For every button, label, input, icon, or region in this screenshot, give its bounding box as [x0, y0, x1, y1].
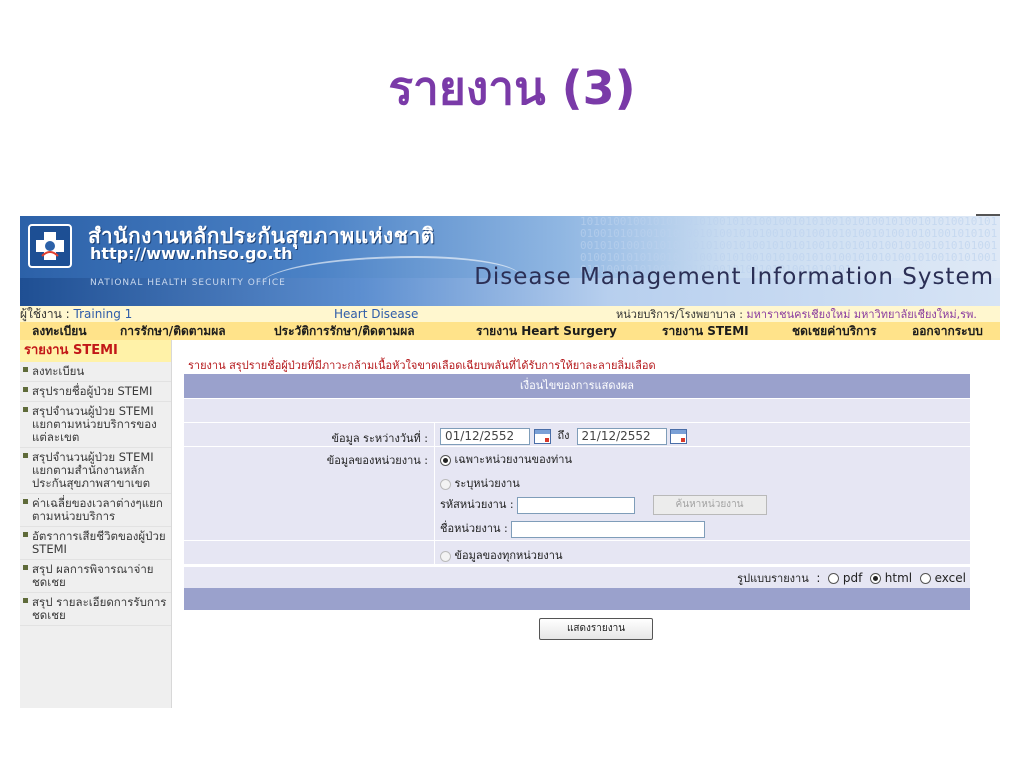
radio-all-units[interactable]	[440, 550, 451, 562]
nhso-logo[interactable]	[28, 224, 72, 268]
menu-item-stemi-report[interactable]: รายงาน STEMI	[662, 322, 749, 340]
radio-specify-unit[interactable]	[440, 478, 451, 490]
sidebar-item-label: สรุปจำนวนผู้ป่วย STEMI แยกตามหน่วยบริการ…	[32, 404, 157, 444]
radio-format-excel[interactable]	[919, 573, 931, 584]
report-format-selector: รูปแบบรายงาน : pdf html excel	[737, 571, 966, 585]
bullet-icon	[23, 532, 28, 537]
sidebar-item-avg-times[interactable]: ค่าเฉลี่ยของเวลาต่างๆแยกตามหน่วยบริการ	[20, 494, 171, 527]
menu-item-heart-surgery-report[interactable]: รายงาน Heart Surgery	[476, 322, 617, 340]
unit-name-input[interactable]	[511, 520, 706, 538]
search-unit-button[interactable]: ค้นหาหน่วยงาน	[652, 495, 767, 515]
binary-pattern: 1010100100101010010100101010010010101001…	[580, 216, 998, 276]
sidebar-item-label: ค่าเฉลี่ยของเวลาต่างๆแยกตามหน่วยบริการ	[32, 496, 163, 523]
user-value: Training 1	[73, 307, 133, 321]
sidebar-item-label: สรุปรายชื่อผู้ป่วย STEMI	[32, 384, 153, 398]
opt-all-units[interactable]: ข้อมูลของทุกหน่วยงาน	[440, 546, 563, 564]
column-divider	[434, 541, 435, 564]
sidebar-item-label: อัตราการเสียชีวิตของผู้ป่วย STEMI	[32, 529, 166, 556]
unit-code-label: รหัสหน่วยงาน :	[440, 498, 514, 511]
sidebar-item-mortality[interactable]: อัตราการเสียชีวิตของผู้ป่วย STEMI	[20, 527, 171, 560]
unit-value: มหาราชนครเชียงใหม่ มหาวิทยาลัยเชียงใหม่,…	[746, 308, 977, 321]
date-range-controls: 01/12/2552 ถึง 21/12/2552	[440, 426, 688, 445]
sidebar-item-label: ลงทะเบียน	[32, 364, 85, 378]
org-name-en: NATIONAL HEALTH SECURITY OFFICE	[90, 278, 286, 288]
unit-info: หน่วยบริการ/โรงพยาบาล : มหาราชนครเชียงให…	[616, 306, 977, 323]
unit-name-label: ชื่อหน่วยงาน :	[440, 522, 508, 535]
unit-label: หน่วยบริการ/โรงพยาบาล :	[616, 308, 747, 321]
logo-icon	[36, 232, 64, 260]
user-info: ผู้ใช้งาน : Training 1	[20, 306, 132, 322]
menu-item-register[interactable]: ลงทะเบียน	[32, 322, 87, 340]
sidebar-item-count-by-unit[interactable]: สรุปจำนวนผู้ป่วย STEMI แยกตามหน่วยบริการ…	[20, 402, 171, 448]
opt-specify-unit[interactable]: ระบุหน่วยงาน	[440, 474, 520, 492]
unit-code-row: รหัสหน่วยงาน : ค้นหาหน่วยงาน	[440, 495, 767, 515]
main-menu: ลงทะเบียน การรักษา/ติดตามผล ประวัติการรั…	[20, 322, 1000, 340]
calendar-icon[interactable]	[670, 428, 688, 444]
header-banner: 1010100100101010010100101010010010101001…	[20, 216, 1000, 306]
radio-format-pdf[interactable]	[828, 573, 840, 584]
bullet-icon	[23, 565, 28, 570]
menu-item-logout[interactable]: ออกจากระบบ	[912, 322, 983, 340]
sidebar-item-label: สรุป ผลการพิจารณาจ่ายชดเชย	[32, 562, 154, 589]
format-bar: รูปแบบรายงาน : pdf html excel	[184, 566, 970, 588]
report-title: รายงาน สรุปรายชื่อผู้ป่วยที่มีภาวะกล้ามเ…	[188, 359, 656, 372]
bullet-icon	[23, 387, 28, 392]
menu-item-treatment[interactable]: การรักษา/ติดตามผล	[120, 322, 226, 340]
date-range-label: ข้อมูล ระหว่างวันที่ :	[331, 432, 428, 445]
footer-band	[184, 588, 970, 610]
user-label: ผู้ใช้งาน :	[20, 307, 74, 321]
unit-code-input[interactable]	[517, 496, 636, 514]
opt-own-unit-label: เฉพาะหน่วยงานของท่าน	[454, 453, 573, 466]
opt-specify-unit-label: ระบุหน่วยงาน	[454, 477, 520, 490]
unit-data-label: ข้อมูลของหน่วยงาน :	[326, 454, 428, 467]
opt-own-unit[interactable]: เฉพาะหน่วยงานของท่าน	[440, 450, 572, 468]
opt-all-units-label: ข้อมูลของทุกหน่วยงาน	[454, 549, 563, 562]
unit-name-row: ชื่อหน่วยงาน :	[440, 519, 706, 538]
bullet-icon	[23, 598, 28, 603]
column-divider	[434, 423, 435, 446]
date-range-row: ข้อมูล ระหว่างวันที่ : 01/12/2552 ถึง 21…	[184, 422, 970, 446]
menu-item-history[interactable]: ประวัติการรักษา/ติดตามผล	[274, 322, 415, 340]
conditions-header: เงื่อนไขของการแสดงผล	[184, 374, 970, 398]
date-to-label: ถึง	[557, 429, 570, 442]
sidebar-item-compensation-detail[interactable]: สรุป รายละเอียดการรับการชดเชย	[20, 593, 171, 626]
info-bar: ผู้ใช้งาน : Training 1 Heart Disease หน่…	[20, 306, 1000, 322]
report-panel: รายงาน สรุปรายชื่อผู้ป่วยที่มีภาวะกล้ามเ…	[184, 340, 970, 708]
app-window: 1010100100101010010100101010010010101001…	[20, 216, 1000, 708]
sidebar-item-payment-result[interactable]: สรุป ผลการพิจารณาจ่ายชดเชย	[20, 560, 171, 593]
program-name: Heart Disease	[334, 307, 419, 321]
show-report-button[interactable]: แสดงรายงาน	[539, 618, 653, 640]
format-label: รูปแบบรายงาน	[737, 572, 809, 585]
date-from-input[interactable]: 01/12/2552	[440, 427, 530, 445]
sidebar-header: รายงาน STEMI	[20, 340, 171, 362]
sidebar-item-register[interactable]: ลงทะเบียน	[20, 362, 171, 382]
menu-item-compensation[interactable]: ชดเชยค่าบริการ	[792, 322, 877, 340]
all-units-row: ข้อมูลของทุกหน่วยงาน	[184, 540, 970, 564]
sidebar: รายงาน STEMI ลงทะเบียน สรุปรายชื่อผู้ป่ว…	[20, 340, 172, 708]
bullet-icon	[23, 407, 28, 412]
format-option-pdf: pdf	[842, 571, 863, 585]
bullet-icon	[23, 453, 28, 458]
column-divider	[434, 447, 435, 540]
spacer-row	[184, 398, 970, 422]
format-option-excel: excel	[934, 571, 966, 585]
calendar-icon[interactable]	[533, 428, 551, 444]
date-to-input[interactable]: 21/12/2552	[576, 427, 667, 445]
sidebar-item-count-by-office[interactable]: สรุปจำนวนผู้ป่วย STEMI แยกตามสำนักงานหลั…	[20, 448, 171, 494]
sidebar-item-label: สรุปจำนวนผู้ป่วย STEMI แยกตามสำนักงานหลั…	[32, 450, 154, 490]
org-url: http://www.nhso.go.th	[90, 244, 293, 263]
bullet-icon	[23, 499, 28, 504]
bullet-icon	[23, 367, 28, 372]
format-option-html: html	[884, 571, 913, 585]
sidebar-item-label: สรุป รายละเอียดการรับการชดเชย	[32, 595, 167, 622]
slide-title: รายงาน (3)	[388, 61, 636, 115]
sidebar-item-patient-list[interactable]: สรุปรายชื่อผู้ป่วย STEMI	[20, 382, 171, 402]
unit-scope-row: ข้อมูลของหน่วยงาน : เฉพาะหน่วยงานของท่าน…	[184, 446, 970, 540]
radio-format-html[interactable]	[869, 573, 881, 584]
system-name: Disease Management Information System	[474, 264, 994, 290]
radio-own-unit[interactable]	[440, 454, 451, 466]
